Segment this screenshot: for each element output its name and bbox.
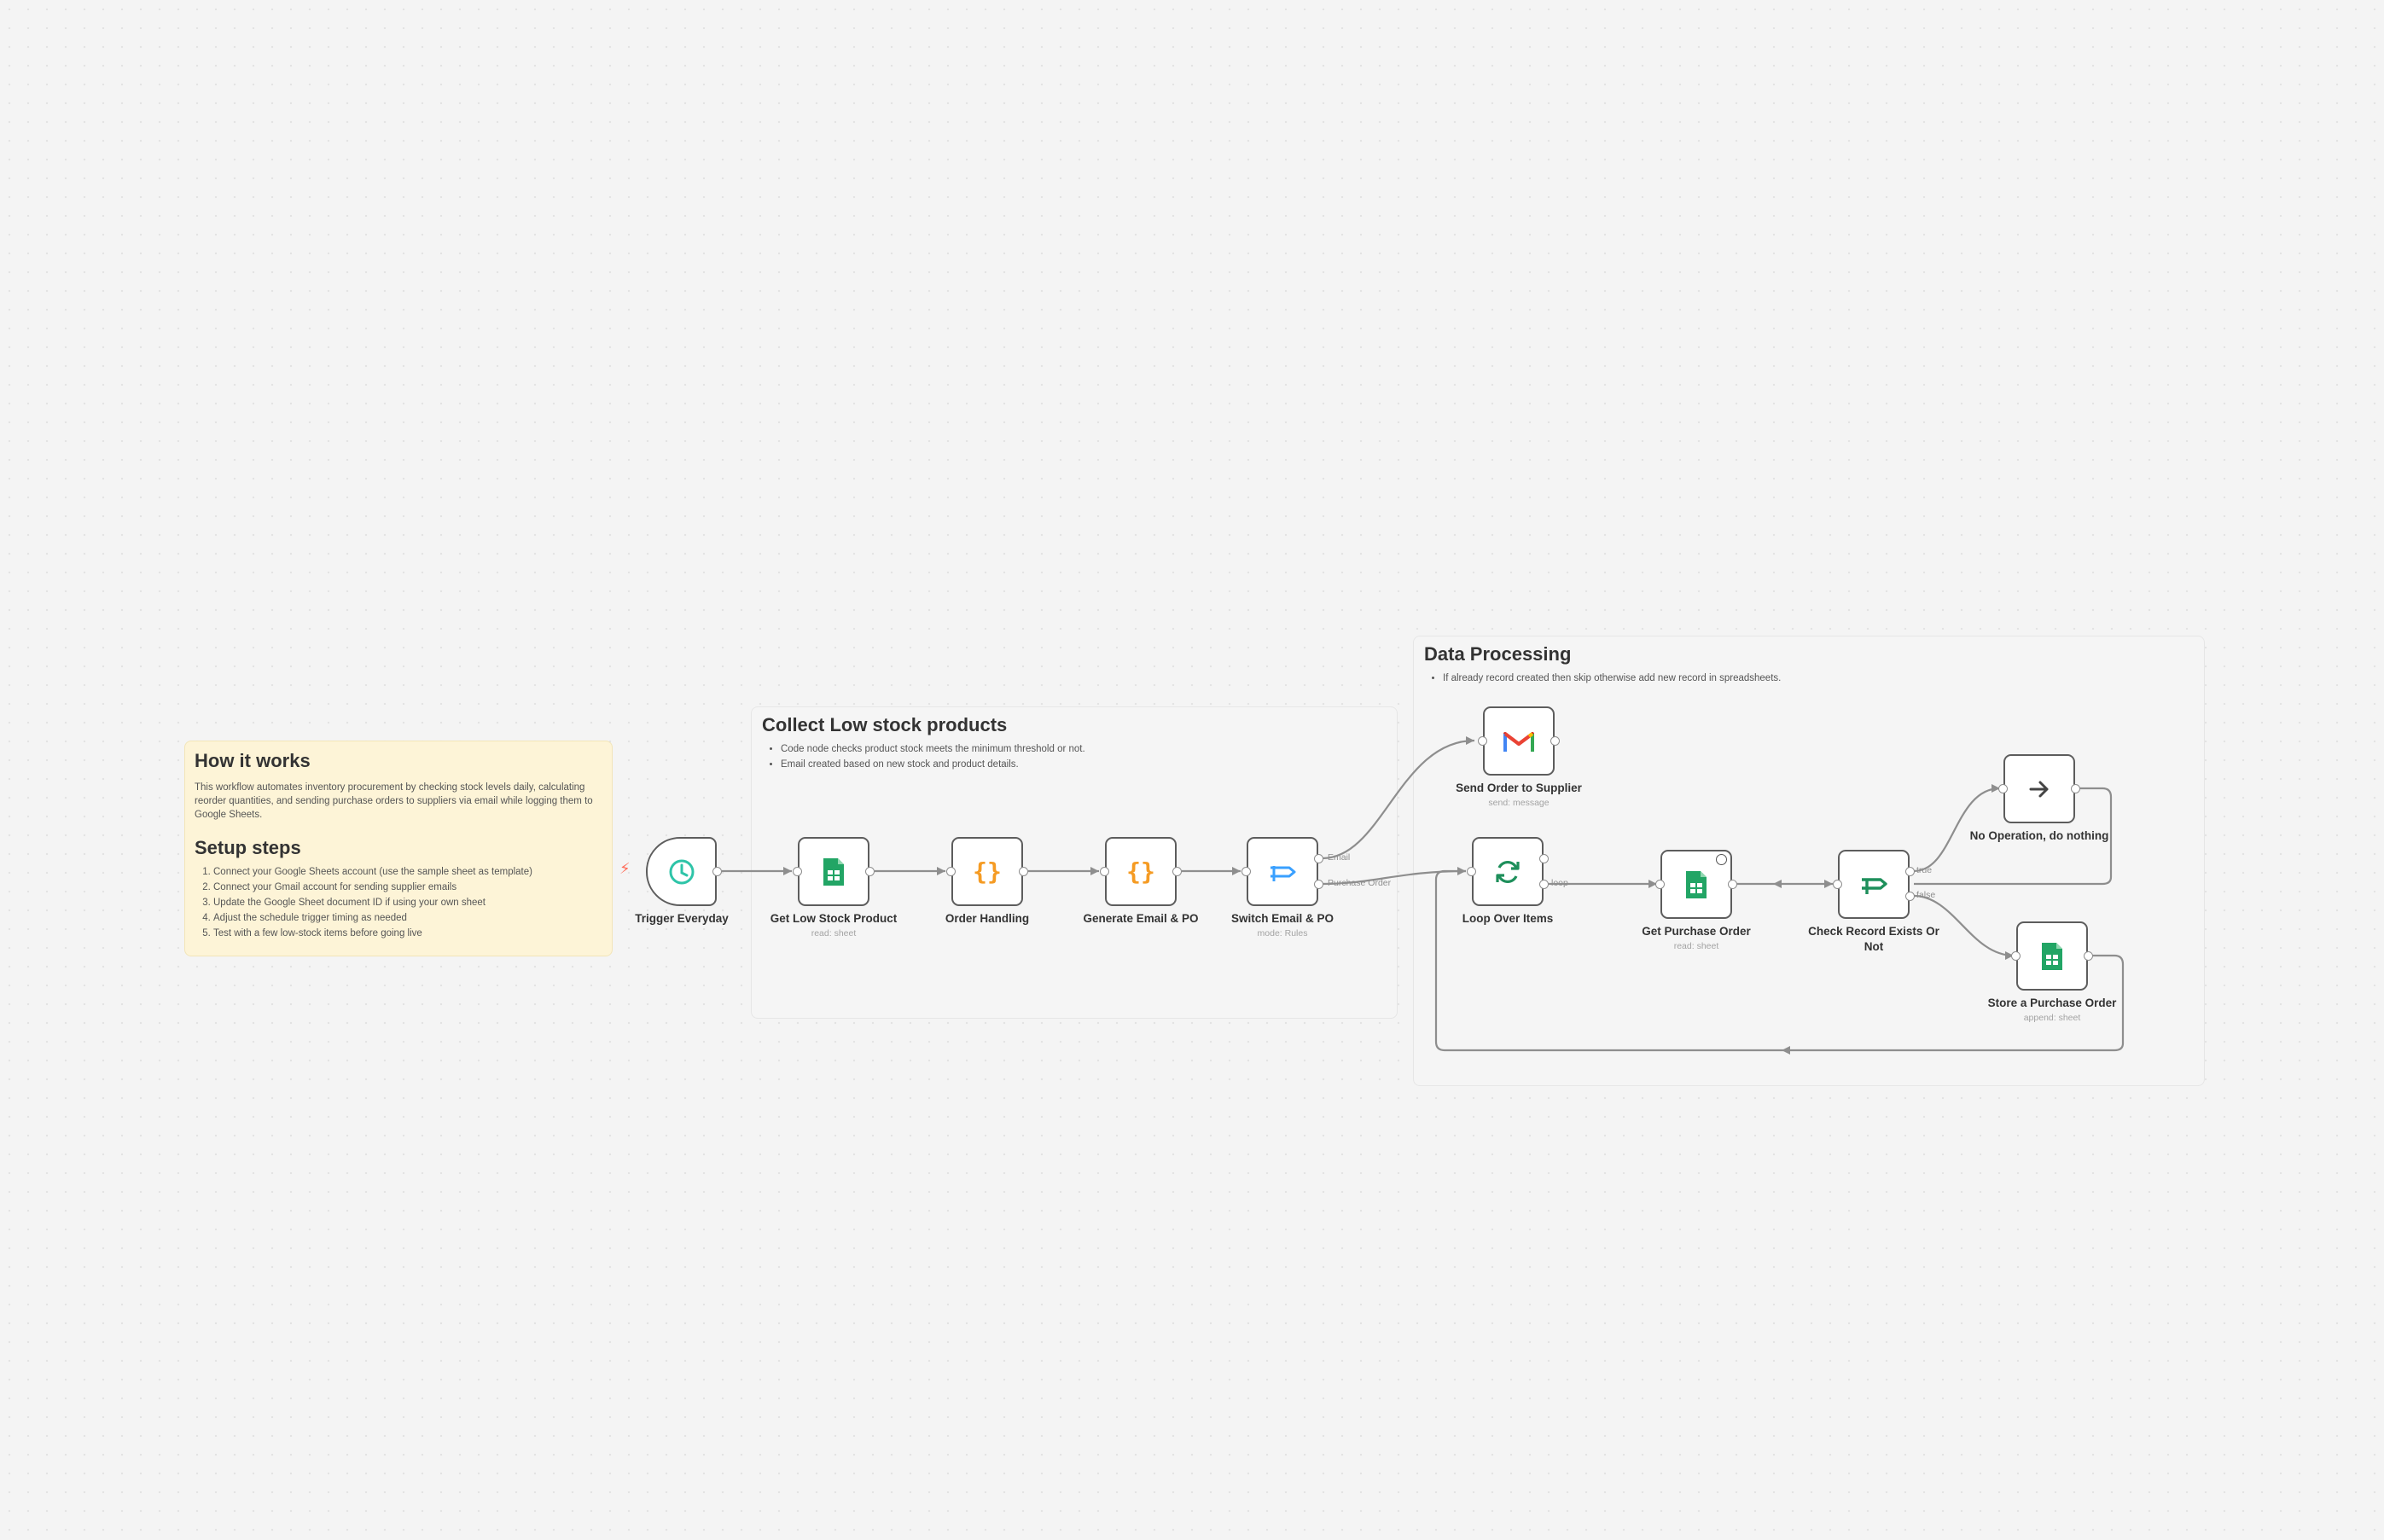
- how-it-works-body: This workflow automates inventory procur…: [195, 782, 593, 820]
- trigger-bolt-icon: ⚡: [619, 860, 631, 877]
- google-sheets-icon: [822, 857, 846, 887]
- order-handling-input-handle[interactable]: [946, 867, 956, 876]
- get-low-stock-input-handle[interactable]: [793, 867, 802, 876]
- setup-step: Update the Google Sheet document ID if u…: [213, 895, 602, 910]
- switch-output-email-label: Email: [1328, 852, 1351, 863]
- setup-steps-list: Connect your Google Sheets account (use …: [195, 864, 602, 941]
- trigger-output-handle[interactable]: [712, 867, 722, 876]
- node-no-operation[interactable]: [2003, 754, 2075, 823]
- collect-bullet: Email created based on new stock and pro…: [781, 757, 1387, 772]
- get-po-input-handle[interactable]: [1655, 880, 1665, 889]
- switch-input-handle[interactable]: [1241, 867, 1251, 876]
- node-generate-email-po[interactable]: {}: [1105, 837, 1177, 906]
- code-braces-icon: {}: [1125, 857, 1157, 886]
- setup-step: Test with a few low-stock items before g…: [213, 926, 602, 941]
- order-handling-output-handle[interactable]: [1019, 867, 1028, 876]
- check-record-output-false-handle[interactable]: [1905, 892, 1915, 901]
- loop-label: Loop Over Items: [1462, 912, 1554, 925]
- google-sheets-icon: [2040, 941, 2064, 972]
- get-low-stock-output-handle[interactable]: [865, 867, 875, 876]
- code-braces-icon: {}: [971, 857, 1003, 886]
- get-po-sub: read: sheet: [1673, 941, 1719, 951]
- switch-output-po-label: Purchase Order: [1328, 878, 1392, 888]
- google-sheets-icon: [1684, 869, 1708, 900]
- collect-bullet: Code node checks product stock meets the…: [781, 741, 1387, 757]
- store-po-label: Store a Purchase Order: [1987, 997, 2117, 1009]
- generate-email-output-handle[interactable]: [1172, 867, 1182, 876]
- get-po-label: Get Purchase Order: [1642, 925, 1751, 938]
- get-po-output-handle[interactable]: [1728, 880, 1737, 889]
- how-it-works-title: How it works: [195, 750, 311, 771]
- loop-input-handle[interactable]: [1467, 867, 1476, 876]
- processing-bullets: If already record created then skip othe…: [1424, 671, 2194, 686]
- check-record-false-label: false: [1916, 890, 1936, 900]
- node-loop-over-items[interactable]: [1472, 837, 1544, 906]
- collect-bullets: Code node checks product stock meets the…: [762, 741, 1387, 772]
- node-store-purchase-order[interactable]: [2016, 921, 2088, 991]
- sticky-how-it-works[interactable]: How it works This workflow automates inv…: [184, 741, 613, 956]
- switch-sub: mode: Rules: [1257, 928, 1308, 939]
- generate-email-input-handle[interactable]: [1100, 867, 1109, 876]
- svg-text:{}: {}: [973, 857, 1002, 886]
- send-order-label: Send Order to Supplier: [1456, 782, 1582, 794]
- arrow-right-icon: [2026, 776, 2052, 802]
- node-send-order-to-supplier[interactable]: [1483, 706, 1555, 776]
- check-record-true-label: true: [1916, 865, 1933, 875]
- check-record-label: Check Record Exists Or Not: [1808, 925, 1939, 953]
- get-low-stock-sub: read: sheet: [811, 928, 857, 939]
- store-po-output-handle[interactable]: [2084, 951, 2093, 961]
- check-record-input-handle[interactable]: [1833, 880, 1842, 889]
- store-po-input-handle[interactable]: [2011, 951, 2021, 961]
- send-order-input-handle[interactable]: [1478, 736, 1487, 746]
- node-check-record-exists[interactable]: [1838, 850, 1910, 919]
- workflow-canvas[interactable]: How it works This workflow automates inv…: [0, 0, 2384, 1540]
- switch-output-po-handle[interactable]: [1314, 880, 1323, 889]
- no-op-input-handle[interactable]: [1998, 784, 2008, 793]
- setup-steps-title: Setup steps: [195, 837, 301, 858]
- collect-title: Collect Low stock products: [762, 714, 1008, 735]
- store-po-sub: append: sheet: [2023, 1013, 2081, 1023]
- setup-step: Connect your Google Sheets account (use …: [213, 864, 602, 880]
- processing-bullet: If already record created then skip othe…: [1443, 671, 2194, 686]
- processing-title: Data Processing: [1424, 643, 1572, 665]
- node-get-low-stock-product[interactable]: [798, 837, 869, 906]
- loop-output-loop-handle[interactable]: [1539, 880, 1549, 889]
- no-op-label: No Operation, do nothing: [1969, 829, 2109, 842]
- node-switch-email-po[interactable]: [1247, 837, 1318, 906]
- node-order-handling[interactable]: {}: [951, 837, 1023, 906]
- switch-label: Switch Email & PO: [1230, 912, 1334, 925]
- switch-output-email-handle[interactable]: [1314, 854, 1323, 863]
- setup-step: Adjust the schedule trigger timing as ne…: [213, 910, 602, 926]
- check-record-output-true-handle[interactable]: [1905, 867, 1915, 876]
- execute-once-icon: [1716, 854, 1727, 865]
- svg-text:{}: {}: [1126, 857, 1155, 886]
- setup-step: Connect your Gmail account for sending s…: [213, 880, 602, 895]
- switch-arrows-icon: [1267, 857, 1298, 886]
- node-trigger-everyday[interactable]: [646, 837, 717, 906]
- loop-refresh-icon: [1492, 857, 1523, 887]
- loop-output-loop-label: loop: [1551, 878, 1568, 888]
- send-order-sub: send: message: [1488, 798, 1550, 808]
- no-op-output-handle[interactable]: [2071, 784, 2080, 793]
- loop-output-done-handle[interactable]: [1539, 854, 1549, 863]
- clock-icon: [666, 857, 697, 887]
- if-branch-icon: [1858, 870, 1889, 899]
- gmail-icon: [1503, 729, 1535, 754]
- send-order-output-handle[interactable]: [1550, 736, 1560, 746]
